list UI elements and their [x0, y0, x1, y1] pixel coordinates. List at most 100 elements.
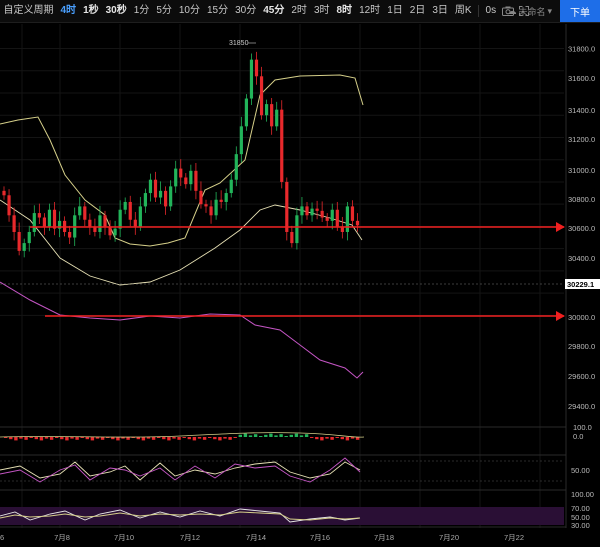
date-label: 7月14 — [246, 533, 266, 542]
macd-bar — [238, 434, 242, 437]
high-marker: 31850 — [229, 40, 249, 47]
candle-body — [32, 213, 36, 232]
macd-bar — [259, 436, 263, 437]
candle-body — [27, 231, 31, 244]
axis-bg — [566, 24, 600, 528]
candle-body — [320, 210, 324, 218]
macd-bar — [264, 434, 268, 437]
candle-body — [128, 201, 132, 220]
candle-body — [153, 179, 158, 198]
date-label: 6 — [0, 533, 4, 542]
lower-band — [0, 281, 364, 379]
macd-bar — [187, 437, 191, 440]
macd-bar — [44, 437, 49, 439]
candle-body — [148, 179, 153, 194]
macd-bar — [233, 437, 237, 438]
macd-bar — [85, 437, 89, 440]
macd-bar — [223, 437, 227, 439]
date-label: 7月12 — [180, 533, 200, 542]
candle-body — [158, 190, 163, 198]
candle-body — [179, 168, 183, 178]
candle-body — [12, 215, 16, 232]
macd-bar — [335, 437, 339, 438]
macd-bar — [151, 437, 156, 440]
candle-body — [88, 219, 92, 227]
macd-bar — [34, 437, 38, 440]
candle-body — [280, 109, 284, 182]
date-label: 7月18 — [374, 533, 394, 542]
macd-bar — [274, 435, 278, 437]
candle-body — [310, 208, 314, 216]
macd-bar — [29, 437, 33, 438]
macd-bar — [177, 437, 181, 440]
macd-bar — [208, 437, 212, 438]
macd-bar — [340, 437, 344, 440]
candle-body — [204, 204, 208, 207]
date-label: 7月20 — [439, 533, 459, 542]
arrow-icon — [556, 311, 565, 321]
candle-body — [68, 231, 72, 238]
candle-body — [265, 104, 269, 116]
date-label: 7月16 — [310, 533, 330, 542]
price-tick: 29400.0 — [568, 402, 595, 411]
macd-bar — [269, 433, 273, 437]
candle-body — [270, 104, 274, 127]
macd-bar — [70, 437, 74, 439]
candle-body — [244, 98, 248, 127]
macd-bar — [325, 437, 329, 439]
candle-body — [42, 217, 46, 227]
date-label: 7月8 — [54, 533, 70, 542]
macd-bar — [75, 437, 79, 440]
macd-bar — [167, 437, 171, 441]
macd-bar — [248, 435, 253, 437]
time-axis: 6 7月8 7月10 7月12 7月14 7月16 7月18 7月20 7月22 — [0, 533, 524, 542]
price-tick: 31200.0 — [568, 135, 595, 144]
candle-body — [214, 199, 218, 216]
candle-body — [78, 206, 82, 216]
candle-body — [169, 186, 173, 207]
macd-line — [0, 432, 365, 438]
candle-body — [224, 193, 228, 202]
price-tick: 31000.0 — [568, 166, 595, 175]
macd-tick: 100.0 — [573, 423, 592, 432]
price-tick: 31800.0 — [568, 45, 595, 54]
price-tick: 31600.0 — [568, 74, 595, 83]
macd-bar — [65, 437, 69, 441]
price-tick: 31400.0 — [568, 106, 595, 115]
macd-bar — [243, 433, 248, 437]
candle-body — [295, 215, 299, 244]
candle-body — [315, 208, 319, 211]
macd-bar — [162, 437, 166, 440]
candle-body — [345, 206, 349, 232]
macd-bar — [330, 437, 334, 440]
osc2-tick: 30.00 — [571, 521, 590, 530]
candle-body — [350, 206, 355, 221]
macd-bar — [19, 437, 23, 439]
candle-body — [22, 243, 26, 251]
macd-bar — [218, 437, 222, 441]
macd-bar — [14, 437, 18, 441]
candle-body — [275, 109, 279, 127]
candle-body — [305, 206, 309, 216]
candle-body — [83, 206, 87, 220]
candle-body — [7, 195, 11, 216]
macd-bar — [49, 437, 54, 440]
candle-body — [335, 209, 339, 227]
osc2-zone — [0, 507, 564, 525]
macd-bar — [24, 437, 28, 440]
candle-body — [98, 215, 102, 232]
macd-bar — [310, 437, 314, 438]
candle-body — [123, 201, 127, 210]
candle-body — [290, 231, 294, 244]
candle-body — [239, 126, 243, 155]
candlestick-chart[interactable]: 31850 31800.0 31600.0 31400.0 31200.0 31000.… — [0, 0, 600, 547]
candle-body — [174, 168, 178, 187]
candle-body — [17, 231, 21, 251]
macd-bar — [213, 437, 217, 440]
candle-body — [249, 59, 254, 99]
candle-body — [229, 179, 233, 194]
macd-bar — [299, 435, 304, 437]
candle-body — [300, 206, 304, 216]
macd-tick: 0.0 — [573, 432, 583, 441]
indicator-panes: 100.00.050.00100.0070.0050.0030.00 — [0, 423, 594, 530]
